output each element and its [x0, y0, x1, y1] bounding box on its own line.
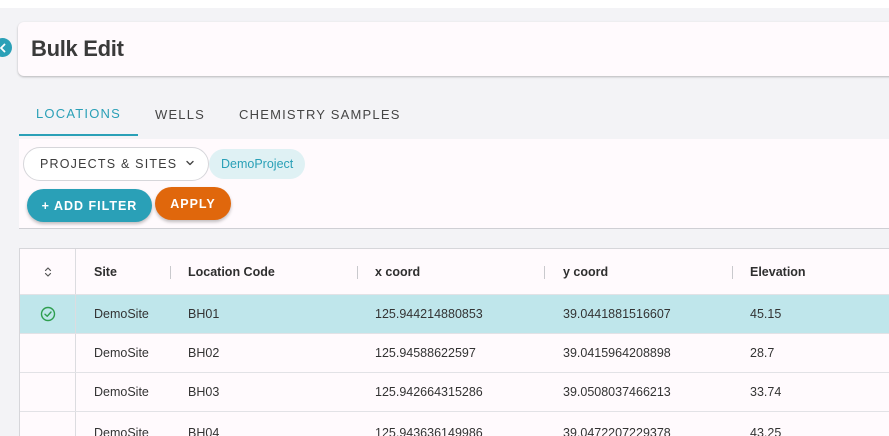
cell-text: 43.25 — [750, 426, 782, 436]
column-divider[interactable] — [170, 266, 171, 279]
cell-y-coord: 39.0415964208898 — [563, 346, 671, 360]
cell-location-code: BH01 — [188, 307, 220, 321]
tab-wells[interactable]: WELLS — [138, 96, 222, 136]
add-filter-button[interactable]: + ADD FILTER — [27, 189, 152, 222]
column-divider[interactable] — [357, 266, 358, 279]
cell-location-code: BH03 — [188, 385, 220, 399]
cell-y-coord: 39.0472207229378 — [563, 412, 671, 436]
row-select-cell[interactable] — [20, 295, 76, 333]
column-header-location-code[interactable]: Location Code — [188, 249, 275, 294]
tab-bar: LOCATIONS WELLS CHEMISTRY SAMPLES — [19, 96, 418, 136]
projects-sites-select[interactable]: PROJECTS & SITES — [23, 147, 209, 181]
project-tag[interactable]: DemoProject — [209, 149, 306, 179]
sidebar-collapse-button[interactable] — [0, 38, 12, 57]
check-circle-icon — [40, 306, 55, 322]
cell-site: DemoSite — [94, 385, 149, 399]
cell-y-coord: 39.0508037466213 — [563, 385, 671, 399]
column-header-elevation[interactable]: Elevation — [750, 249, 806, 294]
cell-elevation: 45.15 — [750, 307, 782, 321]
filter-panel: PROJECTS & SITES DemoProject + ADD FILTE… — [19, 139, 889, 229]
apply-button[interactable]: APPLY — [155, 187, 231, 220]
cell-site: DemoSite — [94, 307, 149, 321]
cell-text: BH04 — [188, 426, 220, 436]
cell-x-coord: 125.944214880853 — [375, 307, 483, 321]
cell-location-code: BH02 — [188, 346, 220, 360]
tab-label: WELLS — [154, 106, 206, 122]
locations-table: Site Location Code x coord y coord Eleva… — [19, 248, 889, 436]
cell-text: DemoSite — [94, 426, 149, 436]
cell-y-coord: 39.0441881516607 — [563, 307, 671, 321]
cell-elevation: 33.74 — [750, 385, 782, 399]
cell-x-coord: 125.943636149986 — [375, 412, 483, 436]
page-title: Bulk Edit — [31, 36, 124, 61]
tab-label: CHEMISTRY SAMPLES — [239, 106, 401, 122]
top-strip — [0, 0, 889, 8]
table-row[interactable]: DemoSite BH03 125.942664315286 39.050803… — [20, 373, 889, 412]
projects-sites-label: PROJECTS & SITES — [40, 157, 178, 171]
table-row[interactable]: DemoSite BH04 125.943636149986 39.047220… — [20, 412, 889, 436]
column-divider[interactable] — [544, 266, 545, 279]
tab-chemistry-samples[interactable]: CHEMISTRY SAMPLES — [222, 96, 418, 136]
column-header-site[interactable]: Site — [94, 249, 117, 294]
cell-site: DemoSite — [94, 412, 149, 436]
column-header-y-coord[interactable]: y coord — [563, 249, 608, 294]
cell-elevation: 28.7 — [750, 346, 775, 360]
chevron-left-icon — [0, 43, 5, 52]
cell-text: 39.0472207229378 — [563, 426, 671, 436]
cell-location-code: BH04 — [188, 412, 219, 436]
sort-icon — [44, 266, 51, 277]
cell-x-coord: 125.942664315286 — [375, 385, 483, 399]
tab-locations[interactable]: LOCATIONS — [19, 96, 138, 136]
row-select-cell[interactable] — [20, 373, 76, 411]
cell-text: 125.943636149986 — [375, 426, 483, 436]
chevron-down-icon — [186, 160, 194, 166]
row-select-cell[interactable] — [20, 412, 76, 436]
table-row[interactable]: DemoSite BH02 125.94588622597 39.0415964… — [20, 334, 889, 373]
cell-x-coord: 125.94588622597 — [375, 346, 476, 360]
table-header-row: Site Location Code x coord y coord Eleva… — [20, 249, 889, 295]
cell-site: DemoSite — [94, 346, 149, 360]
sort-toggle[interactable] — [20, 249, 76, 294]
cell-elevation: 43.25 — [750, 412, 781, 436]
column-divider[interactable] — [732, 266, 733, 279]
header-card: Bulk Edit — [18, 22, 889, 76]
tab-label: LOCATIONS — [36, 105, 121, 121]
row-select-cell[interactable] — [20, 334, 76, 372]
column-header-x-coord[interactable]: x coord — [375, 249, 420, 294]
table-row[interactable]: DemoSite BH01 125.944214880853 39.044188… — [20, 295, 889, 334]
